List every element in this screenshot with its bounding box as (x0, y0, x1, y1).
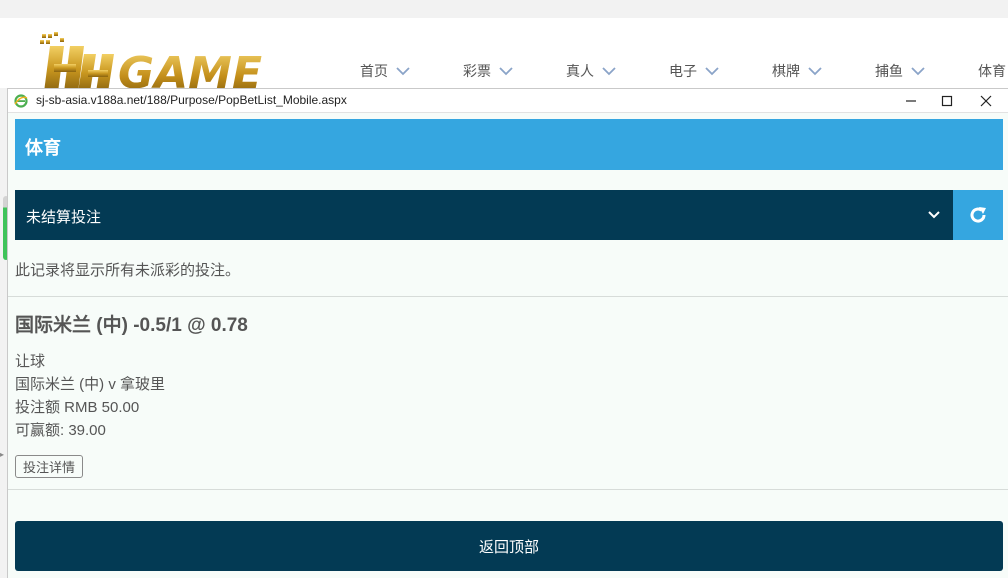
bet-card: 国际米兰 (中) -0.5/1 @ 0.78 让球 国际米兰 (中) v 拿玻里… (15, 314, 995, 478)
nav-item-slots[interactable]: 电子 (649, 61, 752, 81)
chevron-down-icon (499, 67, 513, 76)
bet-potential-win: 可赢额: 39.00 (15, 422, 106, 439)
filter-row: 未结算投注 (15, 190, 1003, 240)
records-note: 此记录将显示所有未派彩的投注。 (15, 262, 241, 279)
bet-market: 让球 (15, 353, 46, 370)
bet-stake: 投注额 RMB 50.00 (15, 399, 140, 416)
chevron-down-icon (928, 211, 940, 219)
chevron-down-icon (705, 67, 719, 76)
nav-label: 体育 (978, 63, 1006, 79)
close-button[interactable] (966, 89, 1006, 113)
sport-header-bar: 体育 (15, 119, 1003, 170)
bet-status-selected: 未结算投注 (26, 209, 102, 226)
divider (8, 489, 1008, 490)
refresh-icon (970, 207, 986, 223)
site-top-strip (0, 0, 1008, 18)
bet-selection-title: 国际米兰 (中) -0.5/1 @ 0.78 (15, 315, 248, 336)
chevron-down-icon (602, 67, 616, 76)
close-icon (980, 95, 992, 107)
window-url: sj-sb-asia.v188a.net/188/Purpose/PopBetL… (36, 93, 347, 107)
nav-label: 首页 (360, 63, 388, 79)
nav-item-live[interactable]: 真人 (546, 61, 649, 81)
refresh-button[interactable] (953, 190, 1003, 240)
bet-detail-button[interactable]: 投注详情 (15, 455, 84, 478)
window-titlebar: sj-sb-asia.v188a.net/188/Purpose/PopBetL… (8, 89, 1008, 113)
sport-title: 体育 (25, 138, 61, 158)
minimize-button[interactable] (891, 89, 931, 113)
maximize-button[interactable] (927, 89, 967, 113)
bet-status-select[interactable]: 未结算投注 (15, 190, 953, 240)
back-to-top-button[interactable]: 返回顶部 (15, 521, 1003, 571)
maximize-icon (941, 95, 953, 107)
minimize-icon (906, 100, 916, 102)
nav-item-cards[interactable]: 棋牌 (752, 61, 855, 81)
nav-label: 彩票 (463, 63, 491, 79)
nav-item-home[interactable]: 首页 (340, 61, 443, 81)
popup-window: sj-sb-asia.v188a.net/188/Purpose/PopBetL… (7, 88, 1008, 578)
site-header: GAME 首页 彩票 真人 电子 棋牌 捕鱼 体育 (0, 18, 1008, 98)
chevron-down-icon (911, 67, 925, 76)
nav-label: 棋牌 (772, 63, 800, 79)
nav-item-lottery[interactable]: 彩票 (443, 61, 546, 81)
chevron-down-icon (396, 67, 410, 76)
nav-item-sports[interactable]: 体育 (958, 61, 1008, 81)
bet-details: 让球 国际米兰 (中) v 拿玻里 投注额 RMB 50.00 可赢额: 39.… (15, 350, 995, 442)
bet-match: 国际米兰 (中) v 拿玻里 (15, 376, 165, 393)
browser-e-icon (14, 94, 28, 108)
nav-item-fishing[interactable]: 捕鱼 (855, 61, 958, 81)
nav-label: 真人 (566, 63, 594, 79)
chevron-down-icon (808, 67, 822, 76)
left-edge-arrow-icon: ▸ (0, 450, 5, 459)
divider (8, 296, 1008, 297)
nav-label: 捕鱼 (875, 63, 903, 79)
nav-label: 电子 (669, 63, 697, 79)
